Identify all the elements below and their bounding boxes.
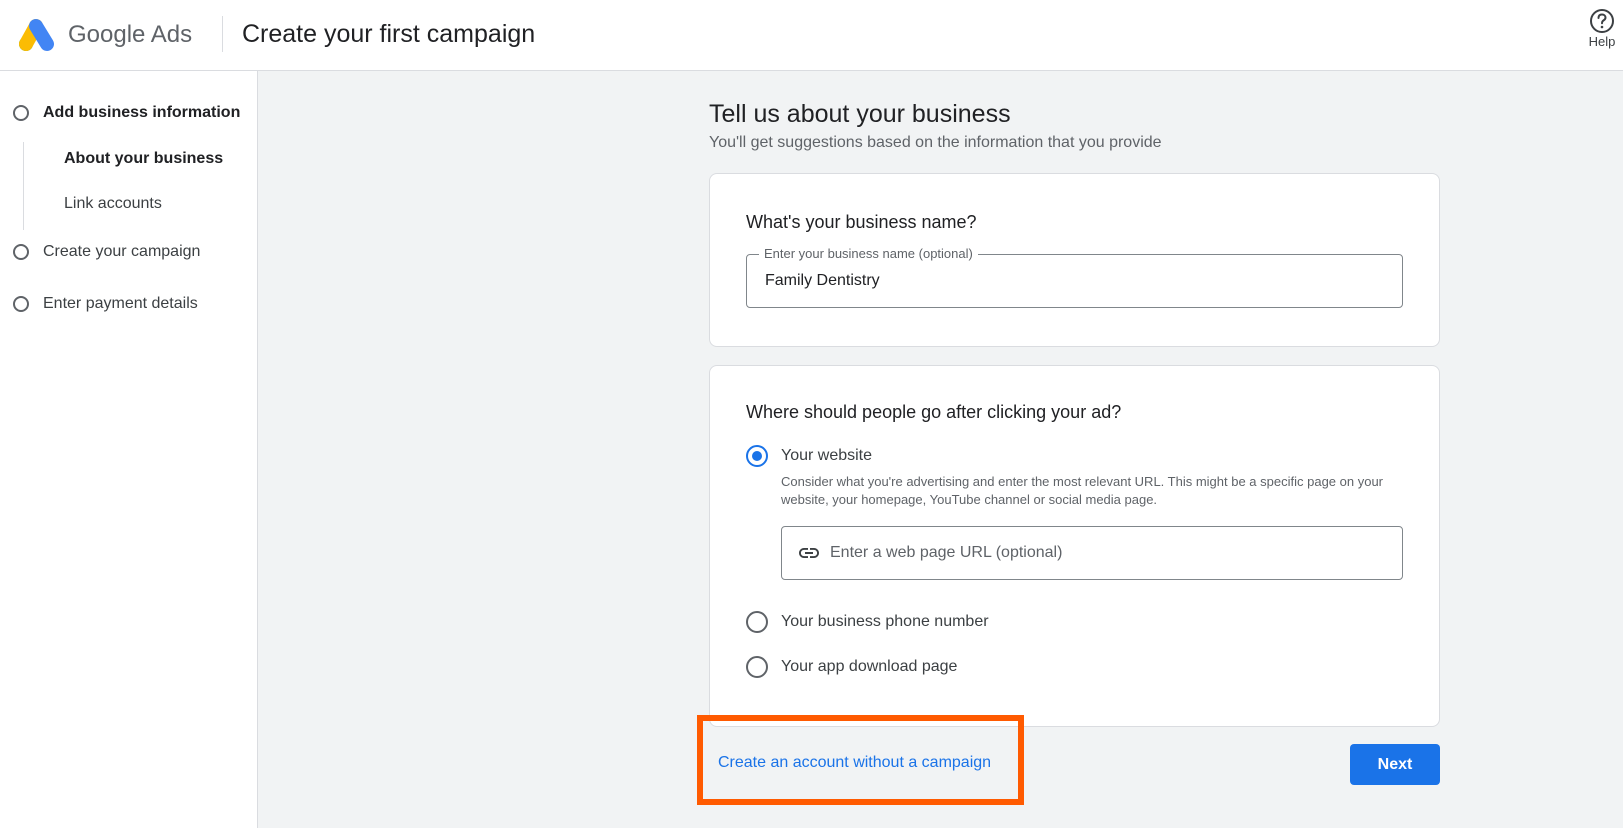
next-button[interactable]: Next [1350, 744, 1440, 785]
top-header: Google Ads Create your first campaign He… [0, 0, 1623, 71]
business-name-value: Family Dentistry [765, 272, 880, 289]
business-name-card: What's your business name? Enter your bu… [709, 173, 1440, 347]
step-status-circle-icon [13, 244, 29, 260]
step-enter-payment-details[interactable]: Enter payment details [13, 292, 198, 316]
link-icon [799, 548, 819, 558]
substep-connector-line [23, 142, 24, 230]
radio-label-phone: Your business phone number [781, 613, 989, 630]
website-url-input[interactable]: Enter a web page URL (optional) [781, 526, 1403, 580]
website-help-text: Consider what you're advertising and ent… [781, 474, 1384, 507]
step-add-business-information[interactable]: Add business information [13, 101, 240, 125]
ad-destination-card: Where should people go after clicking yo… [709, 365, 1440, 727]
step-status-circle-icon [13, 296, 29, 312]
header-divider [222, 16, 223, 52]
section-title: Tell us about your business [709, 100, 1011, 128]
main-content: Tell us about your business You'll get s… [258, 71, 1623, 828]
radio-option-website[interactable]: Your website [746, 445, 872, 467]
google-ads-logo-icon [19, 19, 54, 51]
create-account-without-campaign-link[interactable]: Create an account without a campaign [718, 754, 991, 772]
step-create-your-campaign[interactable]: Create your campaign [13, 240, 200, 264]
substep-about-your-business[interactable]: About your business [64, 150, 223, 168]
progress-sidebar: Add business information About your busi… [0, 71, 258, 828]
radio-unchecked-icon[interactable] [746, 611, 768, 633]
radio-label-website: Your website [781, 447, 873, 464]
substep-link-accounts[interactable]: Link accounts [64, 195, 162, 213]
step-label: Create your campaign [43, 243, 201, 260]
radio-checked-icon[interactable] [746, 445, 768, 467]
radio-unchecked-icon[interactable] [746, 656, 768, 678]
radio-label-app: Your app download page [781, 658, 958, 675]
help-label: Help [1588, 34, 1616, 49]
business-name-question: What's your business name? [746, 212, 977, 232]
step-label: Enter payment details [43, 295, 198, 312]
url-placeholder: Enter a web page URL (optional) [830, 544, 1063, 561]
step-status-circle-icon [13, 105, 29, 121]
step-label: Add business information [43, 104, 241, 121]
radio-option-phone[interactable]: Your business phone number [746, 611, 989, 633]
ad-destination-question: Where should people go after clicking yo… [746, 402, 1122, 422]
help-button[interactable]: Help [1582, 6, 1622, 56]
business-name-label: Enter your business name (optional) [759, 246, 978, 261]
radio-option-app[interactable]: Your app download page [746, 656, 957, 678]
brand-name: Google Ads [68, 21, 193, 48]
help-circle-icon [1590, 9, 1614, 33]
page-title: Create your first campaign [242, 20, 536, 48]
section-subtitle: You'll get suggestions based on the info… [709, 134, 1162, 151]
business-name-input[interactable]: Enter your business name (optional) Fami… [746, 246, 1403, 308]
